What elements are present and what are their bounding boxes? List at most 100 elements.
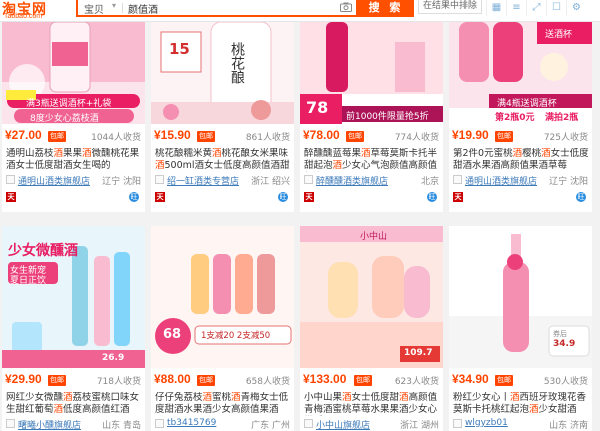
brand-label: 小中山: [360, 232, 388, 242]
sales-count: 658人收货: [245, 377, 290, 387]
price: ¥19.90: [452, 128, 489, 142]
product-image[interactable]: [151, 22, 294, 124]
price-row: ¥15.90 包邮 861人收货: [151, 128, 294, 146]
wangwang-chat-icon[interactable]: 旺: [576, 192, 586, 202]
location: 浙江 绍兴: [251, 177, 290, 187]
price: ¥27.00: [5, 128, 42, 142]
promo-number: 15: [169, 40, 190, 58]
sales-count: 861人收货: [245, 133, 290, 143]
tmall-icon[interactable]: 天: [304, 192, 314, 202]
search-button[interactable]: 搜 索: [358, 0, 414, 17]
shop-link[interactable]: tb3415769: [167, 418, 216, 428]
camera-icon[interactable]: [340, 2, 352, 12]
shop-row: 醉醺醺酒类旗舰店 北京: [300, 174, 443, 187]
product-card[interactable]: 满3瓶送调酒杯+礼袋 8度少女心荔枝酒 ¥27.00 包邮 1044人收货 通明…: [2, 22, 145, 212]
product-card[interactable]: 少女微醺酒 女生新宠 夏日正饮 26.9 ¥29.90 包邮 718人收货 网红…: [2, 226, 145, 431]
promo-title: 少女微醺酒: [8, 243, 78, 259]
wangwang-chat-icon[interactable]: 旺: [278, 192, 288, 202]
promo-label: 女生新宠 夏日正饮: [10, 266, 47, 286]
product-card[interactable]: 15 桃花酿 ¥15.90 包邮 861人收货 桃花酿糯米黄酒桃花酿女米果味酒5…: [151, 22, 294, 212]
price-row: ¥27.00 包邮 1044人收货: [2, 128, 145, 146]
chevron-down-icon[interactable]: ▾: [112, 1, 116, 10]
search-scope-select[interactable]: 宝贝: [84, 1, 104, 16]
product-title[interactable]: 仔仔兔荔枝酒蜜桃酒青梅女士低度甜酒水果酒少女高颜值果酒: [155, 392, 292, 416]
price-row: ¥19.90 包邮 725人收货: [449, 128, 592, 146]
product-image[interactable]: [300, 226, 443, 368]
location: 北京: [420, 177, 439, 187]
shop-icon: [304, 419, 313, 428]
sales-count: 774人收货: [394, 133, 439, 143]
product-title[interactable]: 第2件0元蜜桃酒樱桃酒女士低度甜酒水果酒高颜值果酒草莓: [453, 148, 590, 172]
promo-price: 26.9: [102, 353, 125, 363]
tmall-icon[interactable]: 天: [155, 192, 165, 202]
sales-count: 1044人收货: [91, 133, 141, 143]
shop-link[interactable]: 通明山酒类旗舰店: [18, 174, 90, 187]
wangwang-chat-icon[interactable]: 旺: [427, 192, 437, 202]
product-card[interactable]: 送酒杯 满4瓶送调酒杯 第2瓶0元 满拍2瓶 ¥19.90 包邮 725人收货 …: [449, 22, 592, 212]
badge-row: 天 旺: [2, 192, 145, 204]
price-row: ¥34.90 包邮 530人收货: [449, 372, 592, 390]
tmall-icon[interactable]: 天: [6, 192, 16, 202]
promo-price: 78: [306, 98, 329, 117]
shop-row: 通明山酒类旗舰店 辽宁 沈阳: [449, 174, 592, 187]
taobao-logo[interactable]: 淘宝网 Taobao.com: [0, 0, 62, 22]
exclude-in-results-input[interactable]: 在结果中排除: [418, 0, 482, 14]
free-shipping-badge: 包邮: [495, 375, 513, 386]
shop-link[interactable]: 醉醺醺酒类旗舰店: [316, 174, 388, 187]
badge-row: 天 旺: [151, 192, 294, 204]
sales-count: 725人收货: [543, 133, 588, 143]
promo-label: 满3瓶送调酒杯+礼袋: [26, 99, 112, 109]
product-title[interactable]: 小中山果酒女士低度甜酒高颜值青梅酒蜜桃草莓水果果酒少女心微醺: [304, 392, 441, 416]
free-shipping-badge: 包邮: [197, 375, 215, 386]
shop-link[interactable]: 通明山酒类旗舰店: [465, 174, 537, 187]
shop-link[interactable]: 小中山旗舰店: [316, 418, 370, 431]
promo-price: 68: [163, 327, 182, 342]
product-title[interactable]: 网红少女微醺酒荔枝蜜桃口味女生甜红葡萄酒低度高颜值红酒: [6, 392, 143, 416]
price: ¥34.90: [452, 372, 489, 386]
sales-count: 718人收货: [96, 377, 141, 387]
product-title[interactable]: 醉醺醺蓝莓果酒草莓莫斯卡托半甜起泡酒少女心气泡颜值高颜值气泡酒: [304, 148, 441, 172]
shop-icon: [453, 419, 462, 428]
product-card[interactable]: 小中山 109.7 ¥133.00 包邮 623人收货 小中山果酒女士低度甜酒高…: [300, 226, 443, 431]
wangwang-chat-icon[interactable]: 旺: [129, 192, 139, 202]
product-title[interactable]: 通明山荔枝酒果果酒微醺桃花果酒女士低度甜酒女生喝的: [6, 148, 143, 172]
divider: [122, 3, 123, 13]
shop-row: 通明山酒类旗舰店 辽宁 沈阳: [2, 174, 145, 187]
product-title[interactable]: 桃花酿糯米黄酒桃花酿女米果味酒500ml酒女士低度高颜值酒甜酒: [155, 148, 292, 172]
tmall-icon[interactable]: 天: [453, 192, 463, 202]
list-view-icon[interactable]: ≡: [506, 0, 526, 16]
promo-label: 满4瓶送调酒杯: [497, 99, 557, 109]
grid-view-icon[interactable]: ▦: [486, 0, 506, 16]
free-shipping-badge: 包邮: [48, 131, 66, 142]
sales-count: 623人收货: [394, 377, 439, 387]
free-shipping-badge: 包邮: [346, 131, 364, 142]
product-card[interactable]: 78 前1000件限量抢5折 ¥78.00 包邮 774人收货 醉醺醺蓝莓果酒草…: [300, 22, 443, 212]
location: 广东 广州: [251, 421, 290, 431]
price-row: ¥88.00 包邮 658人收货: [151, 372, 294, 390]
promo-label: 1支减20 2支减50: [201, 331, 271, 341]
shop-icon: [155, 175, 164, 184]
price-row: ¥29.90 包邮 718人收货: [2, 372, 145, 390]
shop-link[interactable]: wlgyzb01: [465, 418, 508, 428]
promo-price: 109.7: [404, 348, 433, 358]
search-input[interactable]: 颜值酒: [128, 1, 158, 16]
expand-icon[interactable]: ⤢: [526, 0, 546, 16]
shop-link[interactable]: 绍一缸酒类专营店: [167, 174, 239, 187]
product-card[interactable]: 68 1支减20 2支减50 ¥88.00 包邮 658人收货 仔仔兔荔枝酒蜜桃…: [151, 226, 294, 431]
bookmark-icon[interactable]: ☐: [546, 0, 566, 16]
free-shipping-badge: 包邮: [495, 131, 513, 142]
product-image[interactable]: [151, 226, 294, 368]
product-title[interactable]: 粉红少女心丨酒西班牙玫瑰花香 莫斯卡托桃红起泡酒少女甜酒: [453, 392, 590, 416]
promo-price: 34.9: [553, 339, 576, 349]
location: 浙江 湖州: [400, 421, 439, 431]
search-box[interactable]: 宝贝 ▾ 颜值酒: [76, 0, 358, 17]
settings-icon[interactable]: ⚙: [566, 0, 586, 16]
sales-count: 530人收货: [543, 377, 588, 387]
free-shipping-badge: 包邮: [354, 375, 372, 386]
coupon-label: 券后: [553, 330, 567, 338]
product-card[interactable]: 券后 34.9 ¥34.90 包邮 530人收货 粉红少女心丨酒西班牙玫瑰花香 …: [449, 226, 592, 431]
shop-icon: [453, 175, 462, 184]
shop-link[interactable]: 曙曦小醺旗舰店: [18, 418, 81, 431]
location: 辽宁 沈阳: [549, 177, 588, 187]
location: 山东 济南: [549, 421, 588, 431]
